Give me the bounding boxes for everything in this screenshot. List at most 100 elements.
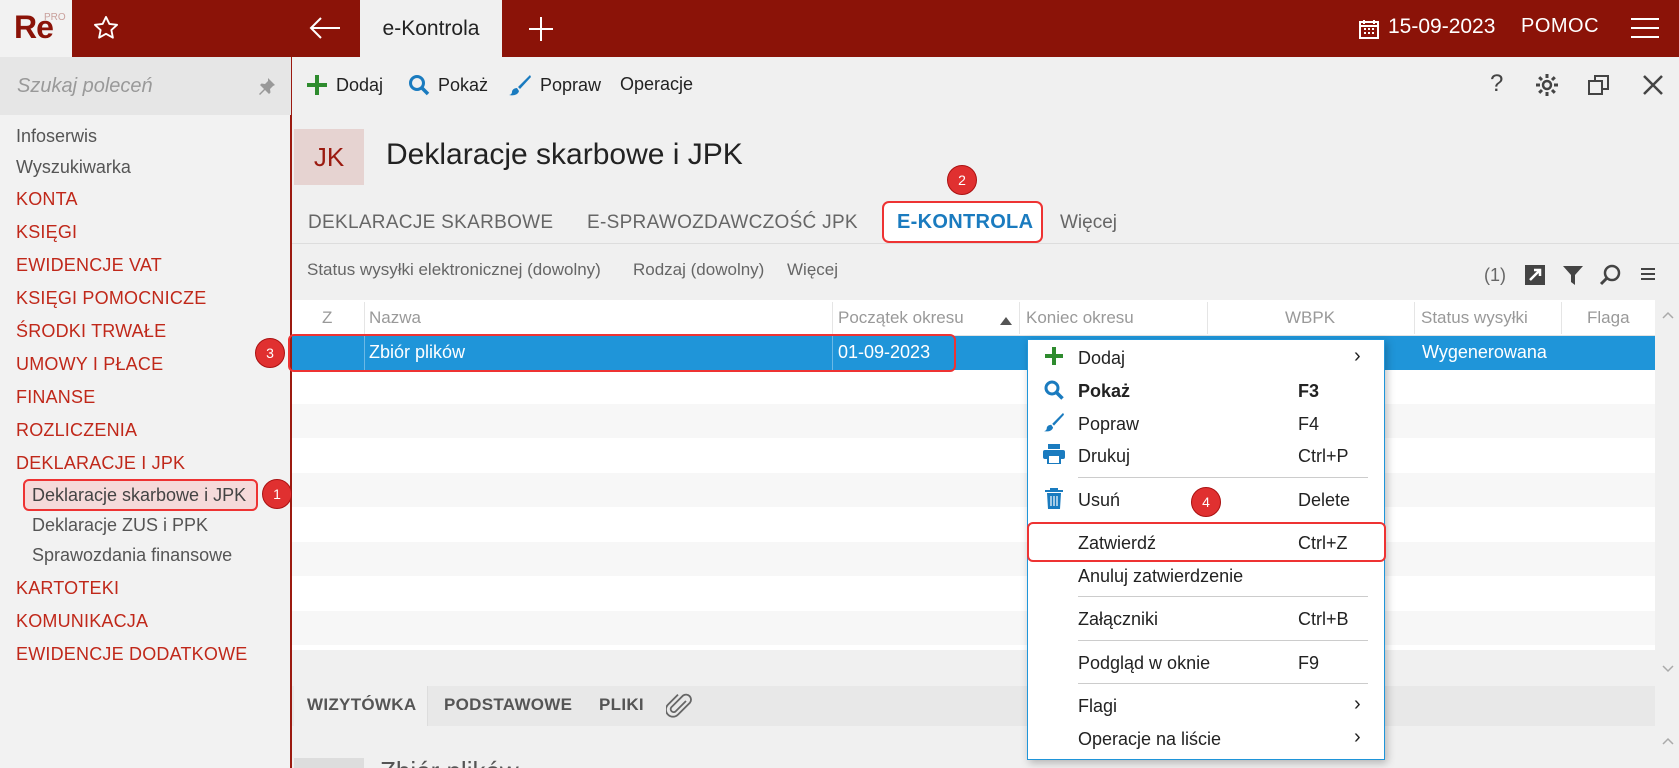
tab-deklaracje-skarbowe[interactable]: DEKLARACJE SKARBOWE <box>308 212 553 234</box>
star-icon[interactable] <box>92 14 120 47</box>
sidebar-item-ewidencje-dodatkowe[interactable]: EWIDENCJE DODATKOWE <box>16 644 247 665</box>
sidebar-item-deklaracje-zus[interactable]: Deklaracje ZUS i PPK <box>32 515 208 536</box>
brush-icon <box>509 75 531 96</box>
cell-status: Wygenerowana <box>1422 342 1547 362</box>
shortcut-preview: F9 <box>1298 653 1320 673</box>
table-row[interactable] <box>292 473 1655 507</box>
chevron-right-icon: › <box>1354 693 1361 715</box>
sidebar-item-konta[interactable]: KONTA <box>16 189 78 210</box>
menu-item-add[interactable]: Dodaj <box>1078 348 1125 369</box>
help-link[interactable]: POMOC <box>1521 15 1599 38</box>
sidebar-item-umowy-i-place[interactable]: UMOWY I PŁACE <box>16 354 163 375</box>
shortcut-edit: F4 <box>1298 414 1320 434</box>
paperclip-icon[interactable] <box>665 692 692 725</box>
column-header-status[interactable]: Status wysyłki <box>1421 308 1528 328</box>
table-row[interactable] <box>292 577 1655 611</box>
logo-pro-badge: PRO <box>44 12 66 23</box>
sidebar-item-finanse[interactable]: FINANSE <box>16 387 95 408</box>
annotation-badge-4: 4 <box>1191 487 1221 517</box>
column-header-wbpk[interactable]: WBPK <box>1285 308 1335 328</box>
sidebar-item-komunikacja[interactable]: KOMUNIKACJA <box>16 611 148 632</box>
scroll-up-icon[interactable] <box>1662 732 1674 750</box>
tab-more[interactable]: Więcej <box>1060 212 1117 234</box>
list-options-icon[interactable] <box>1640 266 1656 287</box>
table-row[interactable] <box>292 611 1655 645</box>
sidebar-item-deklaracje-i-jpk[interactable]: DEKLARACJE I JPK <box>16 453 185 474</box>
menu-item-cancel-approval[interactable]: Anuluj zatwierdzenie <box>1078 566 1243 587</box>
sidebar-item-ksiegi-pomocnicze[interactable]: KSIĘGI POMOCNICZE <box>16 288 206 309</box>
sidebar-item-ksiegi[interactable]: KSIĘGI <box>16 222 77 243</box>
sidebar-item-wyszukiwarka[interactable]: Wyszukiwarka <box>16 157 131 178</box>
tab-podstawowe[interactable]: PODSTAWOWE <box>444 695 572 715</box>
annotation-badge-1: 1 <box>262 479 292 509</box>
page-title: Deklaracje skarbowe i JPK <box>386 138 743 171</box>
filter-kind[interactable]: Rodzaj (dowolny) <box>633 260 764 280</box>
brush-icon <box>1043 412 1065 437</box>
search-input[interactable]: Szukaj poleceń <box>17 75 153 98</box>
table-row[interactable] <box>292 439 1655 473</box>
filter-icon[interactable] <box>1562 264 1584 291</box>
sidebar-item-ewidencje-vat[interactable]: EWIDENCJE VAT <box>16 255 162 276</box>
table-row[interactable] <box>292 370 1655 404</box>
scrollbar[interactable] <box>1655 300 1679 672</box>
sidebar-item-srodki-trwale[interactable]: ŚRODKI TRWAŁE <box>16 321 166 342</box>
module-badge: JK <box>294 129 364 185</box>
sidebar-item-sprawozdania[interactable]: Sprawozdania finansowe <box>32 545 232 566</box>
menu-item-edit[interactable]: Popraw <box>1078 414 1139 435</box>
shortcut-attachments: Ctrl+B <box>1298 609 1349 629</box>
table-row[interactable] <box>292 404 1655 438</box>
menu-item-show[interactable]: Pokaż <box>1078 381 1130 402</box>
export-icon[interactable] <box>1524 264 1546 291</box>
filter-more[interactable]: Więcej <box>787 260 838 280</box>
column-header-z[interactable]: Z <box>322 308 332 328</box>
table-row[interactable] <box>292 508 1655 542</box>
arrow-left-icon[interactable] <box>308 16 342 45</box>
show-button[interactable]: Pokaż <box>408 74 488 96</box>
tab-wizytowka[interactable]: WIZYTÓWKA <box>307 695 416 715</box>
operations-menu[interactable]: Operacje <box>620 74 693 95</box>
scroll-down-icon[interactable] <box>1662 660 1674 678</box>
tab-e-kontrola[interactable]: e-Kontrola <box>360 0 502 57</box>
sidebar-item-deklaracje-skarbowe[interactable]: Deklaracje skarbowe i JPK <box>32 485 246 506</box>
current-date[interactable]: 15-09-2023 <box>1388 15 1495 39</box>
sidebar-item-kartoteki[interactable]: KARTOTEKI <box>16 578 119 599</box>
menu-item-preview[interactable]: Podgląd w oknie <box>1078 653 1210 674</box>
hamburger-icon[interactable] <box>1630 17 1660 44</box>
menu-item-attachments[interactable]: Załączniki <box>1078 609 1158 630</box>
plus-icon[interactable] <box>528 16 554 47</box>
column-separator <box>1414 302 1415 334</box>
toolbar <box>292 57 1679 113</box>
column-header-start[interactable]: Początek okresu <box>838 308 964 328</box>
close-icon[interactable] <box>1642 74 1664 101</box>
tab-pliki[interactable]: PLIKI <box>599 695 644 715</box>
menu-item-list-operations[interactable]: Operacje na liście <box>1078 729 1221 750</box>
menu-item-delete[interactable]: Usuń <box>1078 490 1120 511</box>
scroll-up-icon[interactable] <box>1662 306 1674 324</box>
menu-item-flags[interactable]: Flagi <box>1078 696 1117 717</box>
pin-icon[interactable] <box>258 77 276 100</box>
column-header-flag[interactable]: Flaga <box>1587 308 1630 328</box>
menu-separator <box>1078 683 1368 684</box>
filter-status[interactable]: Status wysyłki elektronicznej (dowolny) <box>307 260 601 280</box>
edit-button[interactable]: Popraw <box>508 74 601 96</box>
column-header-end[interactable]: Koniec okresu <box>1026 308 1134 328</box>
shortcut-show: F3 <box>1298 381 1320 401</box>
table-row[interactable] <box>292 542 1655 576</box>
add-label: Dodaj <box>336 74 384 95</box>
sidebar-item-rozliczenia[interactable]: ROZLICZENIA <box>16 420 137 441</box>
calendar-icon[interactable] <box>1358 18 1380 45</box>
help-icon[interactable]: ? <box>1490 70 1503 98</box>
tab-e-sprawozdawczosc-jpk[interactable]: E-SPRAWOZDAWCZOŚĆ JPK <box>587 212 858 234</box>
add-button[interactable]: Dodaj <box>306 74 383 96</box>
search-icon[interactable] <box>1599 264 1621 291</box>
plus-icon <box>307 75 327 95</box>
tab-e-kontrola[interactable]: E-KONTROLA <box>897 211 1033 234</box>
sidebar-item-infoserwis[interactable]: Infoserwis <box>16 126 97 147</box>
menu-item-print[interactable]: Drukuj <box>1078 446 1130 467</box>
annotation-badge-3: 3 <box>255 338 285 368</box>
gear-icon[interactable] <box>1535 73 1559 102</box>
column-header-name[interactable]: Nazwa <box>369 308 421 328</box>
menu-separator <box>1078 596 1368 597</box>
restore-window-icon[interactable] <box>1588 74 1610 101</box>
detail-title: Zbiór plików <box>380 756 519 768</box>
